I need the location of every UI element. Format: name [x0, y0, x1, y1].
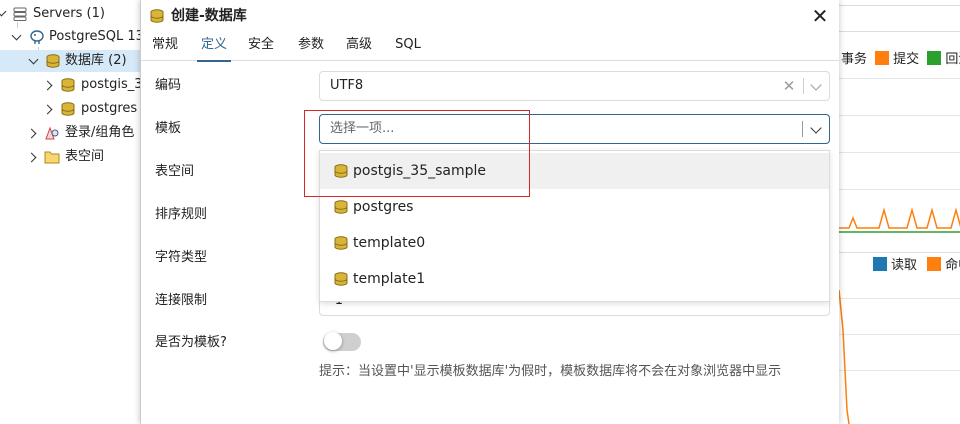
tree-item-db-postgres[interactable]: postgres: [0, 98, 140, 120]
database-icon: [334, 272, 348, 286]
connection-limit-label: 连接限制: [155, 293, 208, 308]
chevron-right-icon[interactable]: [26, 152, 37, 163]
grid-line: [839, 189, 960, 190]
tree-item-tablespaces[interactable]: 表空间: [0, 146, 140, 168]
annotation-highlight-box: [304, 110, 530, 197]
template-option[interactable]: template0: [320, 225, 829, 261]
tree-item-postgres-server[interactable]: PostgreSQL 13: [0, 26, 144, 48]
encoding-select[interactable]: UTF8 ✕: [319, 71, 830, 101]
chevron-down-icon[interactable]: [810, 122, 822, 134]
legend-label: 读取: [891, 258, 918, 273]
template-label: 模板: [155, 121, 182, 136]
toggle-knob: [324, 332, 342, 350]
template-option-label: template1: [353, 271, 426, 287]
tab-security[interactable]: 安全: [245, 32, 277, 60]
close-icon[interactable]: ✕: [809, 5, 831, 27]
dashboard-toolbar: [839, 5, 960, 32]
dialog-title: 创建-数据库: [171, 8, 247, 24]
tree-label-db-postgres: postgres: [81, 101, 138, 116]
database-icon: [150, 9, 164, 23]
create-database-dialog: 创建-数据库 ✕ 常规 定义 安全 参数 高级 SQL 编码 模板 表空间 排序…: [140, 0, 839, 424]
tree-item-login-roles[interactable]: 登录/组角色: [0, 122, 140, 144]
dialog-titlebar[interactable]: 创建-数据库 ✕: [141, 0, 839, 32]
template-option[interactable]: template1: [320, 261, 829, 297]
transactions-sparkline: [839, 207, 960, 233]
object-browser-tree: Servers (1) PostgreSQL 13 数据库 (2) postgi…: [0, 0, 144, 424]
database-icon: [334, 200, 348, 214]
database-icon: [334, 236, 348, 250]
dashboard-background: 事务 提交 回滚 读取 命中: [838, 0, 960, 424]
chart-legend-blocks: 读取 命中: [873, 256, 960, 276]
server-stack-icon: [13, 7, 27, 21]
tab-definition[interactable]: 定义: [197, 32, 231, 62]
grid-line: [839, 152, 960, 153]
tab-general[interactable]: 常规: [149, 32, 181, 60]
collation-label: 排序规则: [155, 207, 208, 222]
select-divider: [803, 78, 804, 94]
is-template-toggle[interactable]: [323, 332, 361, 351]
tablespace-label: 表空间: [155, 164, 195, 179]
chevron-down-icon[interactable]: [0, 6, 7, 17]
blocks-sparkline: [839, 290, 850, 424]
tree-label-postgres-server: PostgreSQL 13: [49, 29, 144, 44]
legend-swatch: [927, 257, 942, 271]
folder-icon: [44, 151, 60, 164]
is-template-label: 是否为模板?: [155, 335, 227, 350]
legend-label: 回滚: [945, 52, 960, 67]
template-hint-text: 提示：当设置中'显示模板数据库'为假时，模板数据库将不会在对象浏览器中显示: [319, 364, 782, 379]
tab-sql[interactable]: SQL: [393, 32, 423, 60]
tree-label-login-roles: 登录/组角色: [65, 125, 135, 140]
encoding-label: 编码: [155, 78, 182, 93]
chevron-right-icon[interactable]: [42, 80, 53, 91]
clear-icon[interactable]: ✕: [780, 75, 798, 97]
elephant-icon: [30, 30, 44, 44]
tab-parameters[interactable]: 参数: [295, 32, 327, 60]
template-option-label: template0: [353, 235, 426, 251]
chevron-down-icon[interactable]: [11, 30, 22, 41]
legend-swatch: [873, 257, 887, 271]
chevron-down-icon[interactable]: [28, 54, 39, 65]
database-icon: [46, 54, 60, 68]
chevron-right-icon[interactable]: [42, 104, 53, 115]
tree-label-databases: 数据库 (2): [65, 53, 127, 68]
legend-label: 提交: [893, 52, 920, 67]
chevron-right-icon[interactable]: [26, 128, 37, 139]
ctype-label: 字符类型: [155, 250, 208, 265]
legend-swatch: [927, 51, 942, 65]
legend-swatch: [875, 51, 890, 65]
grid-line: [839, 78, 960, 79]
grid-line: [839, 115, 960, 116]
tab-advanced[interactable]: 高级: [343, 32, 375, 60]
select-divider: [802, 121, 803, 137]
tree-item-databases[interactable]: 数据库 (2): [0, 50, 140, 72]
database-icon: [61, 102, 75, 116]
tree-label-servers: Servers (1): [33, 6, 105, 21]
chart-legend-transactions: 事务 提交 回滚: [841, 50, 960, 70]
tree-label-db-postgis: postgis_3: [81, 77, 143, 92]
legend-label: 命中: [945, 258, 960, 273]
encoding-value: UTF8: [330, 78, 364, 93]
database-icon: [61, 78, 75, 92]
tree-item-db-postgis[interactable]: postgis_3: [0, 74, 143, 96]
tree-item-servers[interactable]: Servers (1): [0, 3, 140, 25]
legend-label: 事务: [841, 52, 868, 67]
roles-icon: [45, 126, 59, 140]
dialog-tabs: 常规 定义 安全 参数 高级 SQL: [141, 32, 839, 62]
chevron-down-icon[interactable]: [810, 79, 822, 91]
tree-label-tablespaces: 表空间: [65, 149, 105, 164]
